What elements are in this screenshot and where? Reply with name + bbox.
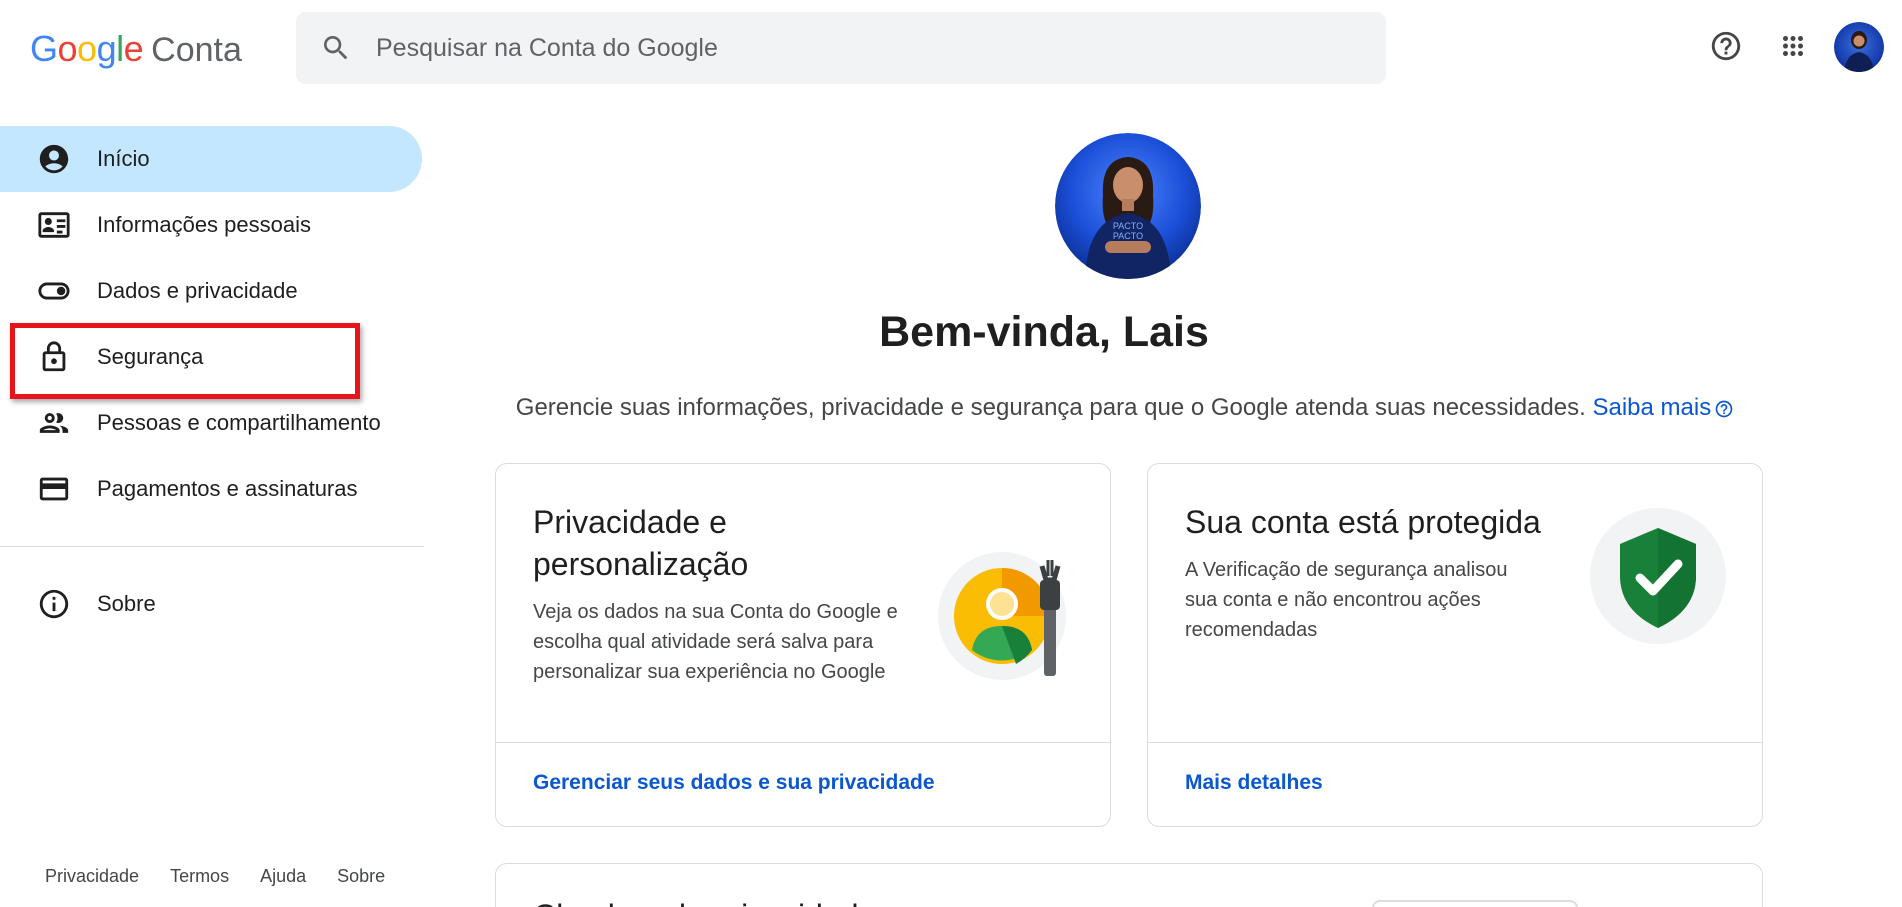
card-description: Veja os dados na sua Conta do Google e e…	[533, 601, 898, 683]
intro-description: Gerencie suas informações, privacidade e…	[515, 394, 1586, 421]
shield-check-icon	[1590, 508, 1726, 644]
privacy-personalization-card[interactable]: Privacidade e personalização Veja os dad…	[495, 463, 1111, 827]
privacy-illustration-icon	[938, 552, 1066, 680]
info-icon	[36, 586, 72, 622]
people-icon	[36, 405, 72, 441]
sidebar-item-label: Informações pessoais	[97, 212, 311, 237]
sidebar-item-dados-e-privacidade[interactable]: Dados e privacidade	[0, 258, 422, 324]
toggle-icon	[36, 273, 72, 309]
sidebar-item-seguranca[interactable]: Segurança	[0, 324, 422, 390]
footer-link-sobre[interactable]: Sobre	[337, 866, 385, 887]
lock-icon	[36, 339, 72, 375]
intro-text: Gerencie suas informações, privacidade e…	[460, 394, 1790, 422]
footer-links: Privacidade Termos Ajuda Sobre	[45, 866, 416, 887]
top-header: Google Conta	[0, 0, 1902, 96]
sidebar-nav: Início Informações pessoais Dados e priv…	[0, 126, 424, 637]
search-bar	[296, 12, 1386, 84]
id-card-icon	[36, 207, 72, 243]
sidebar-item-label: Pessoas e compartilhamento	[97, 410, 381, 435]
product-name: Conta	[151, 31, 242, 69]
search-icon	[324, 36, 348, 60]
profile-picture: PACTO PACTO	[1055, 133, 1201, 279]
profile-photo[interactable]: PACTO PACTO	[1055, 133, 1201, 279]
sidebar-item-informacoes-pessoais[interactable]: Informações pessoais	[0, 192, 422, 258]
footer-link-ajuda[interactable]: Ajuda	[260, 866, 306, 887]
card-title: Privacidade e personalização	[533, 504, 749, 582]
footer-link-termos[interactable]: Termos	[170, 866, 229, 887]
sidebar-item-label: Início	[97, 146, 150, 171]
sidebar-item-sobre[interactable]: Sobre	[0, 571, 422, 637]
card-title: Sua conta está protegida	[1185, 504, 1541, 540]
google-account-logo[interactable]: Google Conta	[30, 28, 242, 69]
svg-text:PACTO: PACTO	[1113, 221, 1143, 231]
learn-more-label: Saiba mais	[1592, 394, 1712, 421]
learn-more-link[interactable]: Saiba mais	[1592, 394, 1734, 421]
google-wordmark: Google	[30, 28, 144, 69]
privacy-checkup-card[interactable]: Checkup de privacidade	[495, 863, 1763, 907]
sidebar-item-inicio[interactable]: Início	[0, 126, 422, 192]
sidebar-item-label: Segurança	[97, 344, 204, 369]
apps-grid-icon	[1783, 36, 1803, 56]
svg-text:PACTO: PACTO	[1113, 231, 1143, 241]
checkup-illustration	[1372, 900, 1578, 907]
credit-card-icon	[36, 471, 72, 507]
card-footer: Gerenciar seus dados e sua privacidade	[496, 742, 1110, 826]
account-avatar-button[interactable]	[1834, 22, 1884, 72]
search-input[interactable]	[376, 33, 1336, 63]
sidebar-item-label: Sobre	[97, 591, 156, 616]
sidebar-item-label: Pagamentos e assinaturas	[97, 476, 358, 501]
sidebar-item-label: Dados e privacidade	[97, 278, 298, 303]
footer-link-privacidade[interactable]: Privacidade	[45, 866, 139, 887]
sidebar-item-pessoas-e-compartilhamento[interactable]: Pessoas e compartilhamento	[0, 390, 422, 456]
help-circle-icon	[1711, 31, 1741, 61]
security-status-card[interactable]: Sua conta está protegida A Verificação d…	[1147, 463, 1763, 827]
card-footer: Mais detalhes	[1148, 742, 1762, 826]
manage-data-privacy-link[interactable]: Gerenciar seus dados e sua privacidade	[533, 771, 935, 795]
avatar	[1834, 22, 1884, 72]
sidebar-item-pagamentos-e-assinaturas[interactable]: Pagamentos e assinaturas	[0, 456, 422, 522]
account-circle-icon	[36, 141, 72, 177]
welcome-heading: Bem-vinda, Lais	[879, 308, 1209, 356]
help-outline-icon	[1715, 400, 1733, 417]
search-button[interactable]	[296, 12, 376, 84]
google-apps-button[interactable]	[1767, 20, 1819, 72]
card-title: Checkup de privacidade	[533, 898, 876, 907]
sidebar-divider	[0, 546, 424, 547]
help-button[interactable]	[1700, 20, 1752, 72]
more-details-link[interactable]: Mais detalhes	[1185, 771, 1323, 795]
card-description: A Verificação de segurança analisou sua …	[1185, 559, 1508, 641]
